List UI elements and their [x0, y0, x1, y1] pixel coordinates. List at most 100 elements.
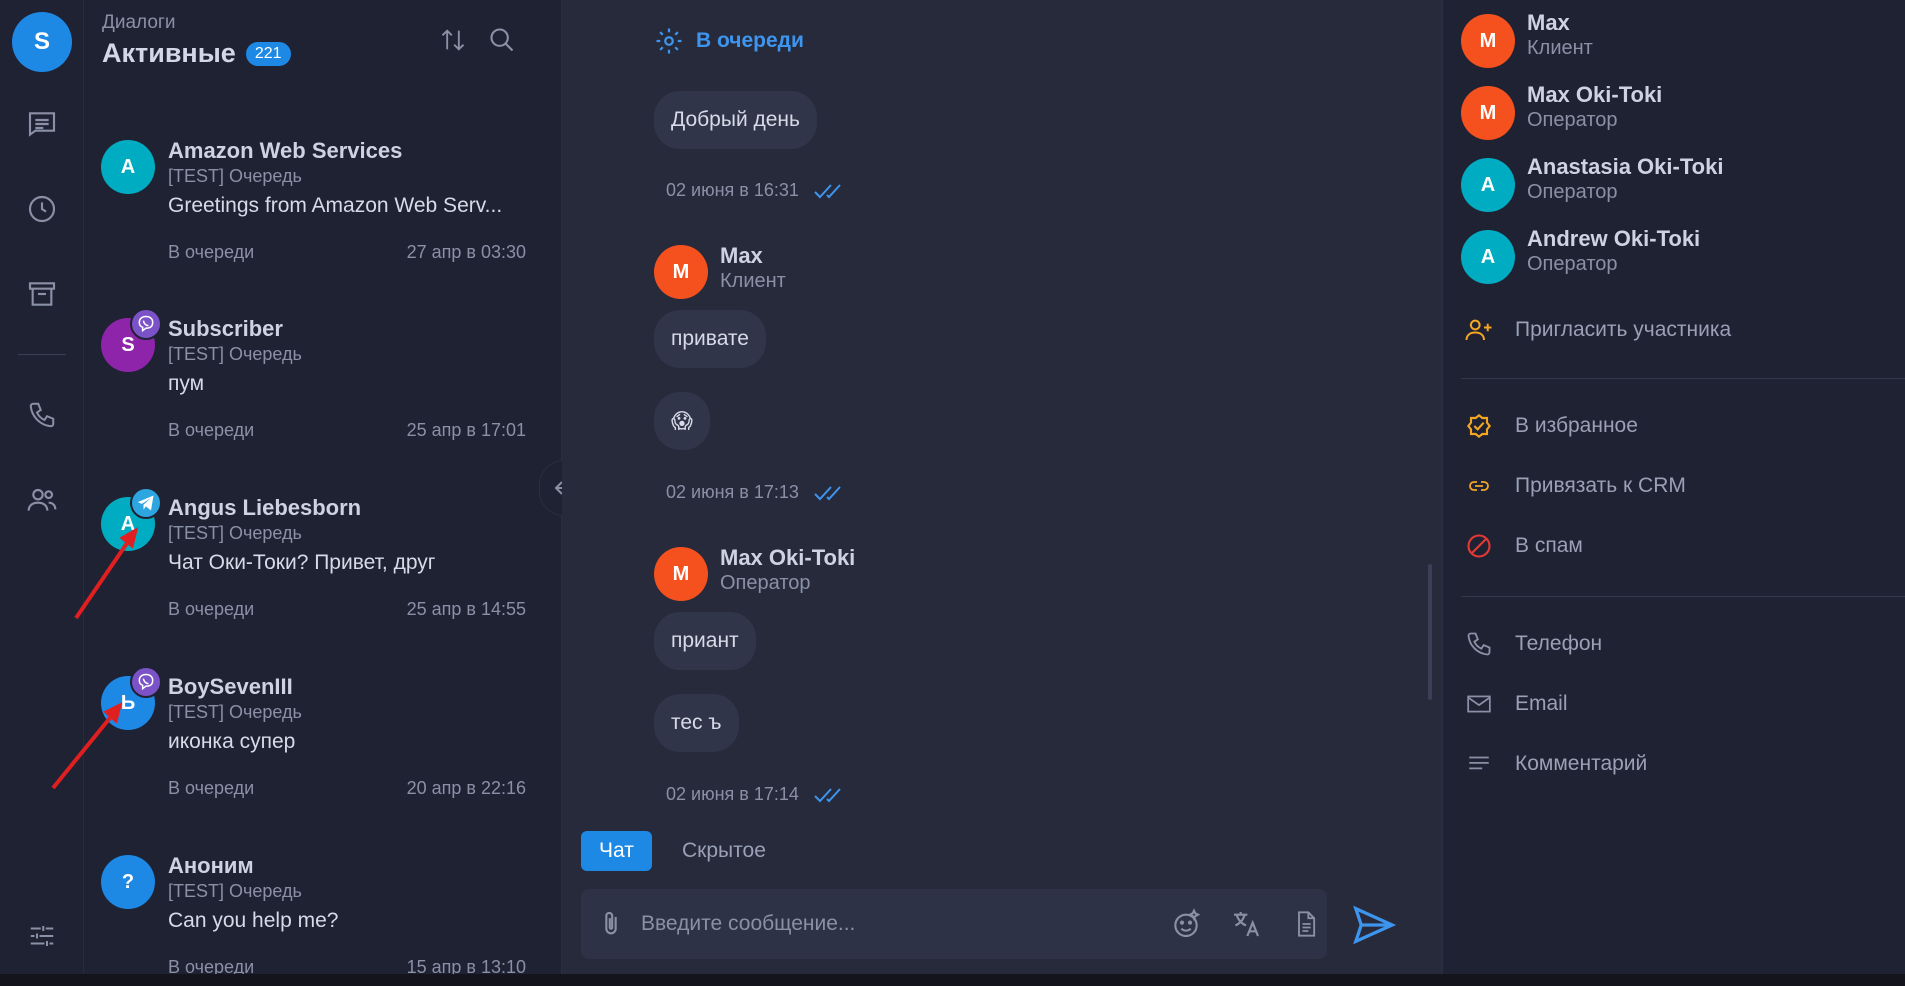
annotation-arrows	[51, 526, 139, 790]
conversation-time: 27 апр в 03:30	[406, 242, 526, 262]
gear-icon	[656, 28, 682, 54]
participant-name: Andrew Oki-Toki	[1527, 226, 1701, 251]
comment-label: Комментарий	[1515, 752, 1648, 775]
email-field[interactable]: Email	[1461, 684, 1568, 724]
last-message: иконка супер	[168, 730, 296, 753]
archive-icon[interactable]	[22, 274, 62, 314]
conversation-status: В очереди	[168, 420, 255, 440]
message-input[interactable]	[641, 904, 1141, 944]
contact-name: Amazon Web Services	[168, 138, 403, 163]
queue-name: [TEST] Очередь	[168, 523, 302, 543]
conversation-status: В очереди	[168, 778, 255, 798]
send-icon	[1353, 905, 1397, 945]
sender-name: Max	[720, 243, 763, 268]
invite-participant-button[interactable]: Пригласить участника	[1461, 310, 1731, 350]
queue-status-button[interactable]: В очереди	[654, 26, 804, 56]
participant-avatar-initial: A	[1480, 245, 1496, 268]
message-bubble: Добрый день	[654, 91, 817, 149]
chat-scrollbar[interactable]	[1428, 564, 1432, 700]
message-bubble: 😱	[654, 392, 710, 450]
emoji-icon[interactable]	[1166, 904, 1206, 944]
participant-role: Клиент	[1527, 37, 1593, 59]
user-avatar-initial: S	[33, 28, 50, 55]
verified-badge-icon	[1461, 408, 1497, 444]
dialog-details-panel: M Max Клиент M Max Oki-Toki Оператор A A…	[1442, 0, 1905, 986]
conversation-time: 25 апр в 14:55	[406, 599, 526, 619]
dialogs-count-badge: 221	[245, 41, 291, 66]
conversation-item[interactable]: A Amazon Web Services [TEST] Очередь Gre…	[84, 120, 561, 296]
participant-avatar-initial: M	[1479, 101, 1497, 124]
double-check-icon	[814, 183, 841, 198]
taskbar-strip	[0, 974, 1905, 986]
phone-icon	[1461, 626, 1497, 662]
comment-field[interactable]: Комментарий	[1461, 744, 1647, 784]
add-favorite-button[interactable]: В избранное	[1461, 406, 1638, 446]
conversation-item[interactable]: Ь BoySevenIII [TEST] Очередь иконка супе…	[84, 656, 561, 832]
conversation-status: В очереди	[168, 599, 255, 619]
conversation-item[interactable]: S Subscriber [TEST] Очередь пум В очеред…	[84, 298, 561, 474]
send-button[interactable]	[1347, 898, 1401, 952]
contact-name: Angus Liebesborn	[168, 495, 362, 520]
participant-name: Anastasia Oki-Toki	[1527, 154, 1724, 179]
message-time-text: 02 июня в 17:13	[666, 482, 799, 502]
queue-status-label: В очереди	[696, 29, 804, 52]
phone-label: Телефон	[1515, 632, 1603, 655]
invite-participant-label: Пригласить участника	[1515, 318, 1732, 341]
queue-name: [TEST] Очередь	[168, 166, 302, 186]
block-icon	[1461, 528, 1497, 564]
translate-icon[interactable]	[1226, 904, 1266, 944]
contact-name: BoySevenIII	[168, 674, 293, 699]
paperclip-icon[interactable]	[591, 904, 631, 944]
queue-name: [TEST] Очередь	[168, 344, 302, 364]
sender-name: Max Oki-Toki	[720, 545, 856, 570]
sender-avatar-initial: M	[672, 562, 690, 585]
participant-name: Max	[1527, 10, 1570, 35]
sort-icon[interactable]	[435, 22, 471, 58]
participant-item[interactable]: M Max Клиент	[1461, 10, 1881, 70]
notes-icon	[1461, 746, 1497, 782]
phone-field[interactable]: Телефон	[1461, 624, 1602, 664]
divider	[1461, 596, 1905, 597]
template-document-icon[interactable]	[1286, 904, 1326, 944]
sender-avatar-initial: M	[672, 260, 690, 283]
participant-item[interactable]: M Max Oki-Toki Оператор	[1461, 82, 1881, 142]
contact-avatar-initial: ?	[121, 870, 135, 893]
participant-avatar: A	[1461, 230, 1515, 284]
participant-avatar-initial: M	[1479, 29, 1497, 52]
history-icon[interactable]	[22, 189, 62, 229]
dialogs-title-text: Активные	[102, 38, 236, 68]
viber-icon	[130, 308, 162, 340]
participant-item[interactable]: A Andrew Oki-Toki Оператор	[1461, 226, 1881, 286]
chat-icon[interactable]	[22, 104, 62, 144]
last-message: пум	[168, 372, 205, 395]
conversation-item[interactable]: A Angus Liebesborn [TEST] Очередь Чат Ок…	[84, 477, 561, 653]
phone-icon[interactable]	[22, 395, 62, 435]
message-bubble: тес ъ	[654, 694, 739, 752]
queue-name: [TEST] Очередь	[168, 702, 302, 722]
add-user-icon	[1461, 312, 1497, 348]
last-message: Can you help me?	[168, 909, 339, 932]
user-avatar[interactable]: S	[12, 12, 72, 72]
tab-chat[interactable]: Чат	[581, 831, 652, 871]
sender-avatar: M	[654, 245, 708, 299]
participant-item[interactable]: A Anastasia Oki-Toki Оператор	[1461, 154, 1881, 214]
nav-rail: S	[0, 0, 84, 986]
contact-avatar-initial: S	[121, 333, 135, 356]
double-check-icon	[814, 485, 841, 500]
dialogs-title[interactable]: Активные 221	[102, 38, 291, 69]
sender-role: Оператор	[720, 572, 811, 594]
link-crm-button[interactable]: Привязать к CRM	[1461, 466, 1686, 506]
rail-divider	[18, 354, 66, 355]
search-icon[interactable]	[484, 22, 520, 58]
contact-avatar-initial: A	[120, 155, 136, 178]
mark-spam-button[interactable]: В спам	[1461, 526, 1583, 566]
email-label: Email	[1515, 692, 1568, 715]
settings-sliders-icon[interactable]	[22, 916, 62, 956]
participant-avatar: M	[1461, 86, 1515, 140]
dialogs-panel: Диалоги Активные 221 A Amazon Web Servic…	[84, 0, 562, 986]
conversation-item[interactable]: ? Аноним [TEST] Очередь Can you help me?…	[84, 835, 561, 986]
sender-avatar: M	[654, 547, 708, 601]
tab-hidden[interactable]: Скрытое	[672, 831, 776, 871]
message-time: 02 июня в 17:14	[666, 784, 847, 805]
participant-avatar-initial: A	[1480, 173, 1496, 196]
